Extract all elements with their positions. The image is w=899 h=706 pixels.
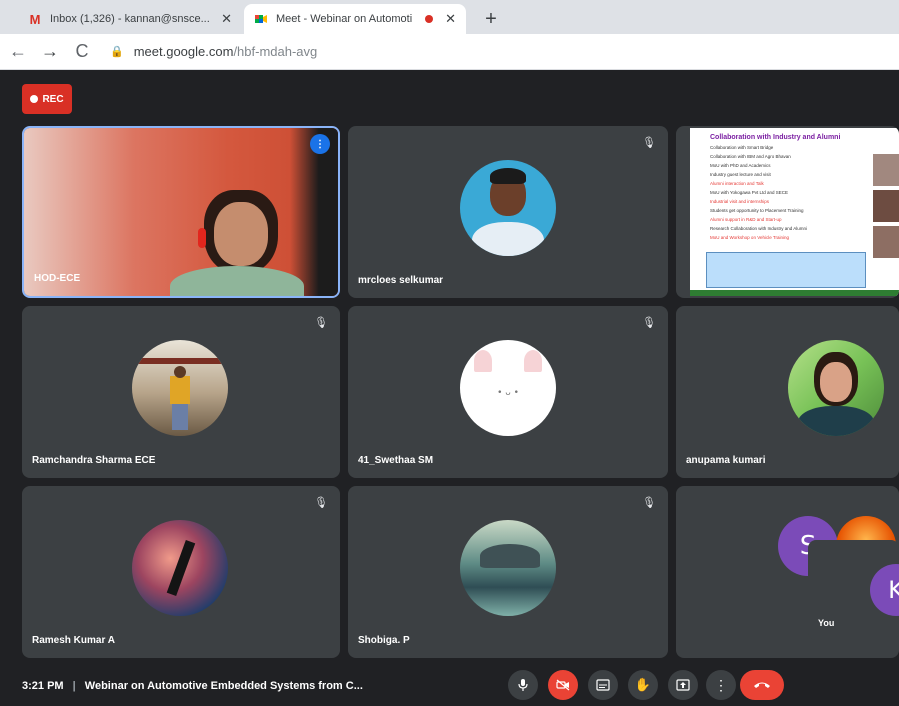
avatar <box>460 160 556 256</box>
slide-line: Research Collaboration with Industry and… <box>710 226 808 231</box>
camera-off-button[interactable] <box>548 670 578 700</box>
self-view-tile[interactable]: K You <box>808 540 899 640</box>
mic-off-icon: 🎙 <box>642 497 656 509</box>
browser-toolbar: ← → C 🔒 meet.google.com /hbf-mdah-avg <box>0 34 899 70</box>
slide-table <box>706 252 866 288</box>
present-screen-icon <box>676 679 690 691</box>
meet-stage: REC ⋮ HOD-ECE 🎙 mrcloes selkumar Collabo… <box>0 70 899 706</box>
url-domain: meet.google.com <box>133 44 234 59</box>
hand-icon: ✋ <box>634 677 652 692</box>
meet-icon <box>254 12 268 26</box>
hang-up-icon <box>754 682 770 688</box>
mic-off-icon: 🎙 <box>642 137 656 149</box>
participant-name: anupama kumari <box>686 455 766 466</box>
bottom-control-bar: 3:21 PM | Webinar on Automotive Embedded… <box>0 666 899 706</box>
participant-name: Shobiga. P <box>358 635 410 646</box>
current-time: 3:21 PM <box>22 680 64 692</box>
new-tab-button[interactable]: + <box>480 8 502 31</box>
slide-line: MoU with PhD and Academics <box>710 163 771 168</box>
participant-tile[interactable]: anupama kumari <box>676 306 899 478</box>
slide-line: MoU with Yokogawa Pvt Ltd and SECE <box>710 190 789 195</box>
slide-line: Students get opportunity to Placement Tr… <box>710 208 804 213</box>
participant-tile-hod-ece[interactable]: ⋮ HOD-ECE <box>22 126 340 298</box>
participant-name: HOD-ECE <box>34 273 81 284</box>
slide-line: Industrial visit and internships <box>710 199 770 204</box>
recording-badge: REC <box>22 84 72 114</box>
participant-tile[interactable]: 🎙 mrcloes selkumar <box>348 126 668 298</box>
meeting-info: 3:21 PM | Webinar on Automotive Embedded… <box>22 680 363 692</box>
close-tab-icon[interactable]: ✕ <box>445 11 456 27</box>
address-bar[interactable]: 🔒 meet.google.com /hbf-mdah-avg <box>110 44 317 59</box>
url-path: /hbf-mdah-avg <box>233 44 318 59</box>
speaking-indicator-icon: ⋮ <box>310 134 330 154</box>
microphone-icon <box>518 679 528 691</box>
raise-hand-button[interactable]: ✋ <box>628 670 658 700</box>
slide-title: Collaboration with Industry and Alumni <box>710 134 841 141</box>
back-icon[interactable]: ← <box>4 38 32 66</box>
slide-line: Alumni interaction and Talk <box>710 181 764 186</box>
reload-icon[interactable]: C <box>68 38 96 66</box>
microphone-button[interactable] <box>508 670 538 700</box>
presentation-slide: Collaboration with Industry and Alumni C… <box>690 128 899 296</box>
participant-name: Ramchandra Sharma ECE <box>32 455 156 466</box>
mic-off-icon: 🎙 <box>314 497 328 509</box>
participant-tile[interactable]: 🎙 Ramchandra Sharma ECE <box>22 306 340 478</box>
avatar <box>460 520 556 616</box>
slide-line: Collaboration with Smart Bridge <box>710 145 774 150</box>
participant-name: mrcloes selkumar <box>358 275 444 286</box>
slide-line: Industry guest lecture and visit <box>710 172 771 177</box>
close-tab-icon[interactable]: ✕ <box>221 11 232 27</box>
self-avatar: K <box>870 564 899 616</box>
participant-tile[interactable]: 🎙 Shobiga. P <box>348 486 668 658</box>
gmail-icon: M <box>29 11 41 27</box>
tab-gmail[interactable]: M Inbox (1,326) - kannan@snsce... ✕ <box>18 4 242 34</box>
recording-dot-icon <box>425 15 434 23</box>
forward-icon[interactable]: → <box>36 38 64 66</box>
captions-button[interactable] <box>588 670 618 700</box>
mic-off-icon: 🎙 <box>314 317 328 329</box>
captions-icon <box>596 679 610 691</box>
tab-title: Meet - Webinar on Automoti <box>276 13 413 25</box>
self-initial: K <box>888 576 899 604</box>
tab-meet[interactable]: Meet - Webinar on Automoti ✕ <box>244 4 466 34</box>
lock-icon: 🔒 <box>110 46 124 58</box>
tab-title: Inbox (1,326) - kannan@snsce... <box>50 13 210 25</box>
camera-off-icon <box>556 679 570 691</box>
browser-tab-bar: M Inbox (1,326) - kannan@snsce... ✕ Meet… <box>0 0 899 34</box>
avatar <box>132 340 228 436</box>
avatar <box>132 520 228 616</box>
participant-name: 41_Swethaa SM <box>358 455 434 466</box>
slide-photos <box>873 154 899 262</box>
slide-line: Collaboration with IBM and Agro Bhavan <box>710 154 791 159</box>
participant-tile[interactable]: 🎙 Ramesh Kumar A <box>22 486 340 658</box>
present-button[interactable] <box>668 670 698 700</box>
presentation-tile[interactable]: Collaboration with Industry and Alumni C… <box>676 126 899 298</box>
mic-off-icon: 🎙 <box>642 317 656 329</box>
participant-name: Ramesh Kumar A <box>32 635 115 646</box>
avatar: • ᴗ • <box>460 340 556 436</box>
participant-video <box>24 128 338 296</box>
more-options-button[interactable]: ⋮ <box>706 670 736 700</box>
more-vert-icon: ⋮ <box>714 676 728 693</box>
separator: | <box>72 680 76 692</box>
avatar <box>788 340 884 436</box>
participant-tile[interactable]: 🎙 • ᴗ • 41_Swethaa SM <box>348 306 668 478</box>
leave-call-button[interactable] <box>740 670 784 700</box>
slide-line: Alumni support in R&D and Start-up <box>710 217 782 222</box>
slide-line: MoU and Workshop on Vehicle Training <box>710 235 789 240</box>
self-name: You <box>818 618 835 628</box>
recording-label: REC <box>42 93 64 105</box>
meeting-title: Webinar on Automotive Embedded Systems f… <box>84 680 363 692</box>
record-icon <box>30 95 39 103</box>
